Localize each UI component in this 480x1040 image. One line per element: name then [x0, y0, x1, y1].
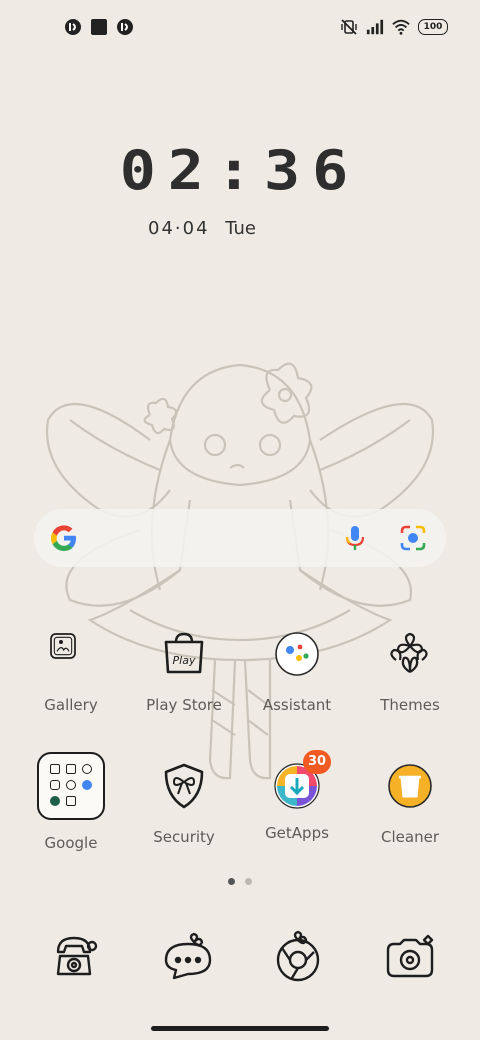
battery-indicator: 100: [418, 19, 448, 35]
camera-icon[interactable]: [380, 928, 440, 988]
app-label: Gallery: [44, 696, 98, 714]
status-bar-left: [64, 18, 134, 36]
app-label: Themes: [380, 696, 440, 714]
security-icon: [164, 763, 204, 809]
app-google-folder[interactable]: Google: [16, 752, 126, 852]
google-folder-icon: [37, 752, 105, 820]
signal-icon: [366, 19, 384, 35]
gallery-icon: [50, 633, 76, 659]
wifi-icon: [392, 19, 410, 35]
app-label: Google: [44, 834, 98, 852]
mute-vibrate-icon: [341, 19, 357, 35]
date-text: 04·04: [148, 218, 210, 239]
status-bar-right: 100: [340, 18, 448, 36]
phone-icon[interactable]: [46, 928, 106, 988]
google-logo-icon: [51, 525, 76, 551]
messages-icon[interactable]: [158, 928, 218, 988]
browser-icon[interactable]: [268, 928, 328, 988]
cleaner-icon: [388, 764, 432, 808]
app-security[interactable]: Security: [129, 762, 239, 846]
app-gallery[interactable]: Gallery: [16, 630, 126, 714]
app-getapps[interactable]: 30 GetApps: [242, 750, 352, 842]
home-gesture-bar[interactable]: [151, 1026, 329, 1031]
app-label: Assistant: [262, 696, 332, 714]
status-bar: 100: [0, 14, 480, 44]
notification-badge: 30: [303, 750, 331, 774]
app-label: GetApps: [265, 824, 329, 842]
clock-widget[interactable]: 02:36: [0, 136, 480, 206]
wallpaper-fairy-illustration: [46, 362, 434, 780]
google-search-bar[interactable]: [34, 509, 446, 567]
notification-square-icon: [91, 19, 107, 35]
page-dot-active[interactable]: [228, 878, 235, 885]
day-text: Tue: [225, 218, 257, 239]
themes-icon: [390, 632, 428, 673]
notification-icon: [65, 19, 81, 35]
svg-text:Play: Play: [173, 654, 196, 667]
app-label: Cleaner: [381, 828, 439, 846]
lens-icon[interactable]: [398, 523, 428, 553]
clock-time: 02:36: [119, 139, 361, 203]
notification-icon: [117, 19, 133, 35]
app-label: Play Store: [146, 696, 222, 714]
date-line[interactable]: 04·04 Tue: [148, 218, 256, 239]
page-indicator[interactable]: [0, 878, 480, 885]
app-assistant[interactable]: Assistant: [242, 630, 352, 714]
app-themes[interactable]: Themes: [355, 630, 465, 714]
app-cleaner[interactable]: Cleaner: [355, 762, 465, 846]
getapps-icon-wrap: 30: [273, 750, 331, 810]
microphone-icon[interactable]: [340, 523, 370, 553]
page-dot[interactable]: [245, 878, 252, 885]
assistant-icon: [275, 632, 319, 676]
app-label: Security: [153, 828, 215, 846]
play-store-icon: Play: [164, 632, 204, 674]
app-play-store[interactable]: Play Play Store: [129, 630, 239, 714]
